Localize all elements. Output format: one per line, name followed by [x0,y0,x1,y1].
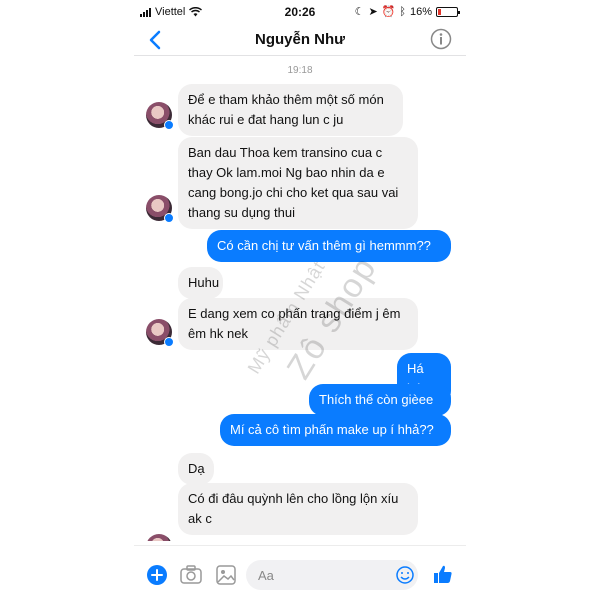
contact-name[interactable]: Nguyễn Như [134,31,466,48]
message-bubble[interactable]: Dạ [178,453,214,485]
message-bubble[interactable]: Thích thế còn gièee [309,384,451,416]
gallery-icon[interactable] [216,565,236,585]
message-input[interactable] [246,560,418,590]
battery-icon [436,6,460,17]
emoji-icon[interactable] [396,566,414,584]
message-timestamp: 19:18 [287,65,313,76]
messenger-badge-icon [164,337,174,347]
conversation-header: Nguyễn Như [134,24,466,56]
status-bar: Viettel 20:26 ☾ ➤ ⏰ ᛒ 16% [134,0,466,24]
alarm-icon: ⏰ [381,6,396,18]
avatar[interactable] [146,195,174,223]
battery-percent: 16% [409,5,432,18]
avatar[interactable] [146,319,174,347]
info-button[interactable] [430,28,452,50]
messenger-screen: Viettel 20:26 ☾ ➤ ⏰ ᛒ 16% Nguyễn Như 19:… [134,0,466,600]
messenger-badge-icon [164,120,174,130]
camera-icon[interactable] [180,565,202,585]
avatar[interactable] [146,534,172,541]
avatar[interactable] [146,102,174,130]
moon-icon: ☾ [354,6,365,18]
message-bubble[interactable]: E dang xem co phấn trang điểm j êm êm hk… [178,298,418,350]
status-right: ☾ ➤ ⏰ ᛒ 16% [354,5,460,18]
message-bubble[interactable]: Để e tham khảo thêm một số món khác rui … [178,84,403,136]
message-composer [134,545,466,600]
messenger-badge-icon [164,213,174,223]
message-bubble[interactable]: Ban dau Thoa kem transino cua c thay Ok … [178,137,418,229]
add-button[interactable] [146,564,168,586]
message-bubble[interactable]: Có cần chị tư vấn thêm gì hemmm?? [207,230,451,262]
bluetooth-icon: ᛒ [399,5,406,18]
battery-level [438,8,441,15]
message-bubble[interactable]: Có đi đâu quỳnh lên cho lồng lộn xíu ak … [178,483,418,535]
like-icon[interactable] [432,563,454,585]
message-list[interactable]: 19:18 Để e tham khảo thêm một số món khá… [134,57,466,541]
message-bubble[interactable]: Mí cả cô tìm phấn make up í hhả?? [220,414,451,446]
message-bubble[interactable]: Huhu [178,267,223,299]
location-icon: ➤ [368,6,378,18]
